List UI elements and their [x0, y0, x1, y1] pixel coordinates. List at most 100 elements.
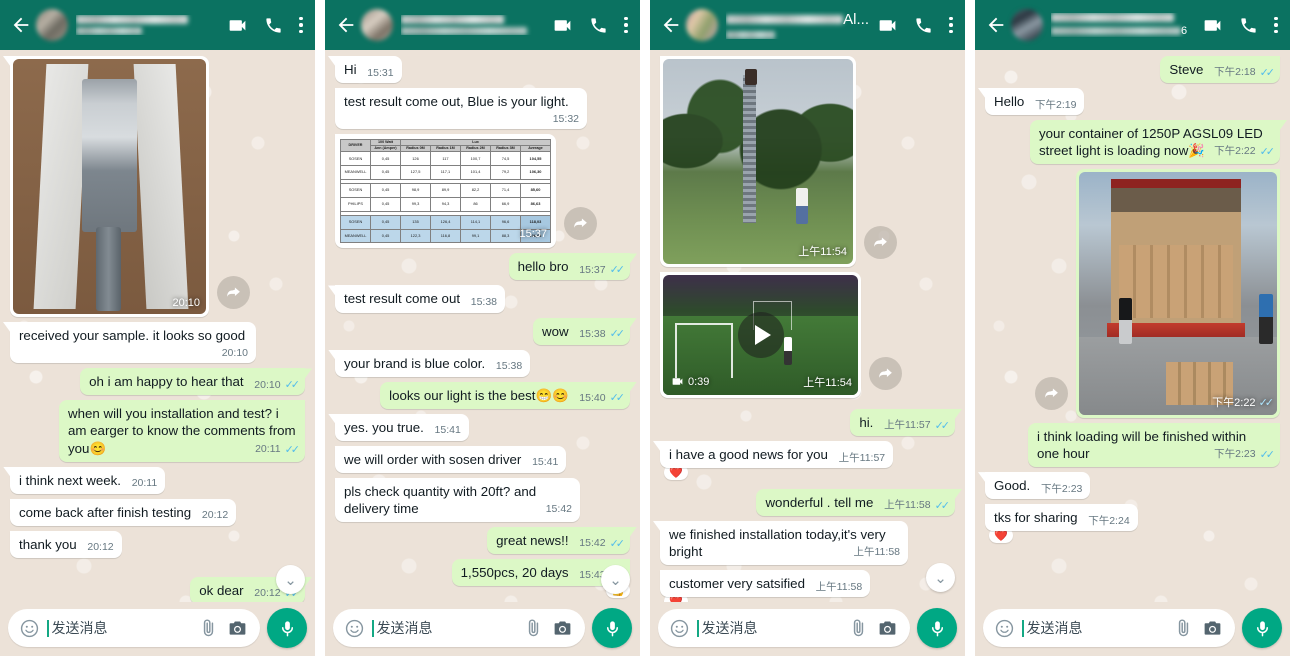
text-message[interactable]: tks for sharing 下午2:24 — [985, 504, 1138, 532]
image-message[interactable]: 上午11:54 — [660, 56, 856, 267]
text-message[interactable]: your brand is blue color. 15:38 — [335, 349, 531, 377]
scroll-to-bottom-button[interactable]: ⌄ — [276, 565, 305, 594]
forward-button[interactable] — [869, 357, 902, 390]
message-input-wrapper[interactable]: 发送消息 — [333, 609, 585, 647]
text-message[interactable]: wonderful . tell me 上午11:58 ✓✓ — [756, 489, 955, 517]
text-message[interactable]: i have a good news for you 上午11:57 — [660, 441, 894, 469]
message-input[interactable]: 发送消息 — [377, 618, 516, 638]
text-message[interactable]: your container of 1250P AGSL09 LED stree… — [1030, 120, 1280, 165]
message-input[interactable]: 发送消息 — [702, 618, 841, 638]
contact-name-1[interactable] — [76, 15, 219, 35]
text-message[interactable]: yes. you true. 15:41 — [335, 413, 469, 441]
text-message[interactable]: wow 15:38 ✓✓ — [532, 317, 630, 345]
paperclip-icon[interactable] — [1173, 618, 1194, 639]
avatar[interactable] — [1011, 9, 1043, 41]
back-arrow-icon[interactable] — [335, 14, 357, 36]
video-call-icon[interactable] — [877, 15, 898, 36]
text-message[interactable]: Hello 下午2:19 — [985, 88, 1085, 116]
text-message[interactable]: hi. 上午11:57 ✓✓ — [850, 409, 955, 437]
overflow-menu-icon[interactable] — [624, 16, 628, 34]
overflow-menu-icon[interactable] — [1274, 16, 1278, 34]
camera-icon[interactable] — [877, 618, 898, 639]
scroll-to-bottom-button[interactable]: ⌄ — [601, 565, 630, 594]
message-list-2[interactable]: Hi 15:31 test result come out, Blue is y… — [325, 50, 640, 602]
forward-button[interactable] — [564, 207, 597, 241]
text-message[interactable]: oh i am happy to hear that 20:10 ✓✓ — [80, 368, 305, 396]
camera-icon[interactable] — [227, 618, 248, 639]
text-message[interactable]: Good. 下午2:23 — [985, 472, 1091, 500]
message-list-3[interactable]: 上午11:54 0:39 上午11:54 hi. 上午11:57 ✓✓ i ha… — [650, 50, 965, 602]
smiley-icon[interactable] — [995, 619, 1014, 638]
text-message[interactable]: great news!! 15:42 ✓✓ — [487, 526, 630, 554]
avatar[interactable] — [686, 9, 718, 41]
text-message[interactable]: thank you 20:12 — [10, 530, 122, 558]
message-input-wrapper[interactable]: 发送消息 — [983, 609, 1235, 647]
camera-icon[interactable] — [552, 618, 573, 639]
image-message[interactable]: DRIVER 100 Watt Lux Ann (Amper) Radius 0… — [335, 134, 556, 249]
phone-call-icon[interactable] — [914, 16, 933, 35]
message-input[interactable]: 发送消息 — [1027, 618, 1166, 638]
message-time: 下午2:23 — [1214, 448, 1256, 461]
text-message[interactable]: looks our light is the best😁😊 15:40 ✓✓ — [380, 381, 630, 409]
contact-name-2[interactable] — [401, 15, 544, 35]
video-message[interactable]: 0:39 上午11:54 — [660, 272, 861, 398]
play-button-icon[interactable] — [737, 312, 784, 358]
blurred-name-line — [1051, 27, 1181, 35]
message-list-1[interactable]: 20:10 received your sample. it looks so … — [0, 50, 315, 602]
message-input[interactable]: 发送消息 — [52, 618, 191, 638]
camera-icon[interactable] — [1202, 618, 1223, 639]
overflow-menu-icon[interactable] — [949, 16, 953, 34]
avatar[interactable] — [361, 9, 393, 41]
message-input-wrapper[interactable]: 发送消息 — [658, 609, 910, 647]
chat-header-2 — [325, 0, 640, 50]
phone-call-icon[interactable] — [1239, 16, 1258, 35]
video-call-icon[interactable] — [227, 15, 248, 36]
forward-button[interactable] — [864, 226, 897, 259]
text-message[interactable]: hello bro 15:37 ✓✓ — [508, 253, 630, 281]
text-message[interactable]: i think next week. 20:11 — [10, 466, 166, 494]
forward-button[interactable] — [1035, 377, 1068, 411]
text-message[interactable]: pls check quantity with 20ft? and delive… — [335, 477, 580, 522]
text-message[interactable]: we finished installation today,it's very… — [660, 521, 908, 566]
contact-name-3[interactable]: Al... — [726, 11, 869, 39]
back-arrow-icon[interactable] — [10, 14, 32, 36]
back-arrow-icon[interactable] — [660, 14, 682, 36]
image-message[interactable]: 下午2:22 ✓✓ — [1076, 169, 1280, 419]
paperclip-icon[interactable] — [848, 618, 869, 639]
text-message[interactable]: we will order with sosen driver 15:41 — [335, 445, 567, 473]
scroll-to-bottom-button[interactable]: ⌄ — [926, 563, 955, 592]
text-message[interactable]: Steve 下午2:18 ✓✓ — [1160, 56, 1280, 84]
paperclip-icon[interactable] — [198, 618, 219, 639]
avatar[interactable] — [36, 9, 68, 41]
text-message[interactable]: when will you installation and test? i a… — [59, 400, 305, 462]
microphone-button[interactable] — [592, 608, 632, 648]
smiley-icon[interactable] — [670, 619, 689, 638]
text-message[interactable]: i think loading will be finished within … — [1028, 423, 1280, 468]
text-message[interactable]: received your sample. it looks so good 2… — [10, 322, 256, 364]
text-message[interactable]: customer very satsified 上午11:58 — [660, 570, 871, 598]
back-arrow-icon[interactable] — [985, 14, 1007, 36]
text-message[interactable]: test result come out, Blue is your light… — [335, 88, 587, 130]
text-message[interactable]: Hi 15:31 — [335, 56, 402, 84]
smiley-icon[interactable] — [345, 619, 364, 638]
microphone-button[interactable] — [917, 608, 957, 648]
contact-name-4[interactable]: 6 — [1051, 13, 1194, 37]
text-message[interactable]: test result come out 15:38 — [335, 285, 506, 313]
phone-call-icon[interactable] — [264, 16, 283, 35]
message-time: 15:37 — [579, 263, 606, 276]
phone-call-icon[interactable] — [589, 16, 608, 35]
smiley-icon[interactable] — [20, 619, 39, 638]
overflow-menu-icon[interactable] — [299, 16, 303, 34]
text-message[interactable]: come back after finish testing 20:12 — [10, 498, 237, 526]
paperclip-icon[interactable] — [523, 618, 544, 639]
message-input-wrapper[interactable]: 发送消息 — [8, 609, 260, 647]
microphone-button[interactable] — [267, 608, 307, 648]
blurred-name-line — [76, 27, 142, 35]
image-message[interactable]: 20:10 — [10, 56, 209, 317]
video-call-icon[interactable] — [552, 15, 573, 36]
forward-button[interactable] — [217, 276, 250, 309]
message-list-4[interactable]: Steve 下午2:18 ✓✓ Hello 下午2:19 your contain… — [975, 50, 1290, 602]
video-call-icon[interactable] — [1202, 15, 1223, 36]
microphone-button[interactable] — [1242, 608, 1282, 648]
composer-4: 发送消息 — [975, 602, 1290, 656]
